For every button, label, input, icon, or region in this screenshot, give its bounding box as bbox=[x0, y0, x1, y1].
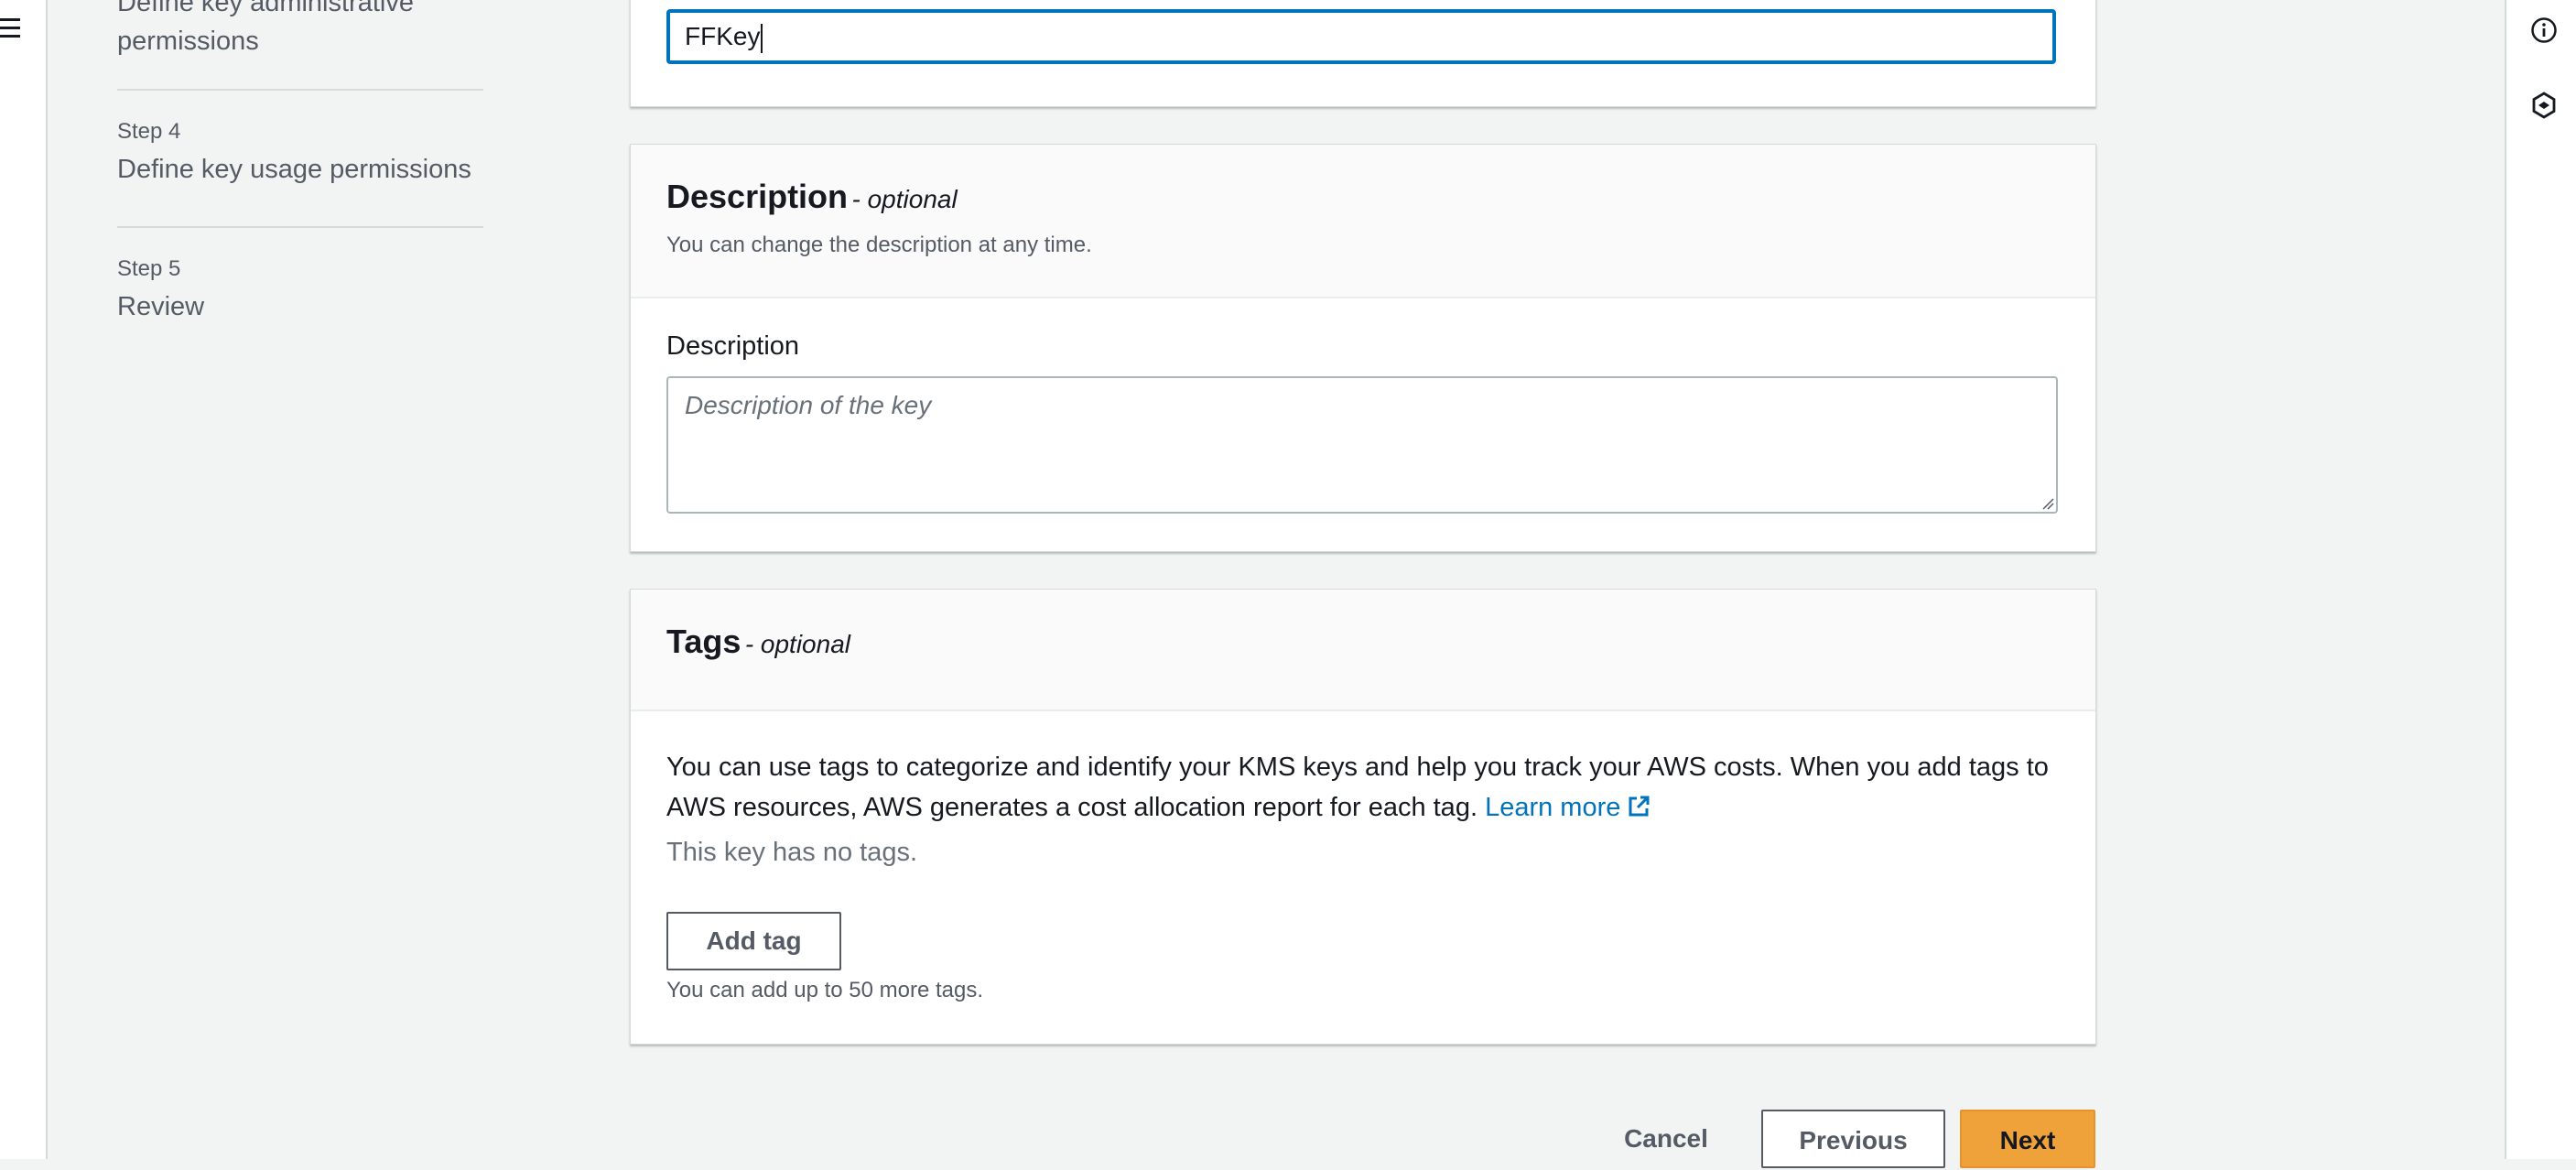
step-divider bbox=[117, 226, 483, 228]
add-tag-button[interactable]: Add tag bbox=[666, 912, 841, 970]
tags-panel-header: Tags - optional bbox=[631, 590, 2095, 711]
step-4-label: Step 4 bbox=[117, 119, 181, 144]
step-3-title-line1: Define key administrative bbox=[117, 0, 414, 17]
step-4[interactable]: Step 4 Define key usage permissions bbox=[117, 119, 471, 189]
info-icon[interactable] bbox=[2530, 16, 2558, 44]
tags-description-line2: AWS resources, AWS generates a cost allo… bbox=[666, 793, 1478, 822]
step-5-title: Review bbox=[117, 292, 205, 321]
description-panel-header: Description - optional You can change th… bbox=[631, 145, 2095, 298]
learn-more-text: Learn more bbox=[1485, 793, 1621, 822]
step-3-title-line2: permissions bbox=[117, 27, 259, 57]
tags-description-line1: You can use tags to categorize and ident… bbox=[666, 753, 2049, 782]
tags-panel-title: Tags bbox=[666, 623, 741, 660]
hexagon-icon[interactable] bbox=[2530, 92, 2558, 119]
previous-button[interactable]: Previous bbox=[1761, 1110, 1945, 1168]
learn-more-link[interactable]: Learn more bbox=[1485, 793, 1651, 822]
alias-input[interactable]: FFKey bbox=[666, 9, 2056, 64]
resize-grip-icon[interactable] bbox=[2041, 497, 2054, 510]
description-textarea[interactable]: Description of the key bbox=[666, 376, 2058, 514]
step-3[interactable]: Define key administrative permissions bbox=[117, 0, 414, 60]
description-optional-tag: - optional bbox=[851, 185, 958, 213]
left-rail bbox=[0, 0, 48, 1159]
description-placeholder: Description of the key bbox=[685, 391, 932, 419]
description-panel-title: Description bbox=[666, 178, 849, 215]
tags-optional-tag: - optional bbox=[744, 630, 850, 658]
step-4-title: Define key usage permissions bbox=[117, 155, 471, 184]
next-button[interactable]: Next bbox=[1960, 1110, 2095, 1168]
cancel-button[interactable]: Cancel bbox=[1611, 1110, 1721, 1165]
right-utility-rail bbox=[2505, 0, 2576, 1159]
text-caret bbox=[761, 23, 763, 53]
external-link-icon bbox=[1629, 796, 1650, 817]
step-5[interactable]: Step 5 Review bbox=[117, 256, 204, 326]
description-field-label: Description bbox=[666, 331, 800, 361]
alias-input-value: FFKey bbox=[685, 22, 761, 50]
description-panel-subtitle: You can change the description at any ti… bbox=[666, 233, 1092, 257]
tags-description: You can use tags to categorize and ident… bbox=[666, 747, 2076, 828]
step-5-label: Step 5 bbox=[117, 256, 181, 281]
hamburger-icon[interactable] bbox=[0, 18, 24, 40]
step-divider bbox=[117, 89, 483, 91]
tags-limit-hint: You can add up to 50 more tags. bbox=[666, 978, 984, 1002]
no-tags-message: This key has no tags. bbox=[666, 838, 918, 867]
